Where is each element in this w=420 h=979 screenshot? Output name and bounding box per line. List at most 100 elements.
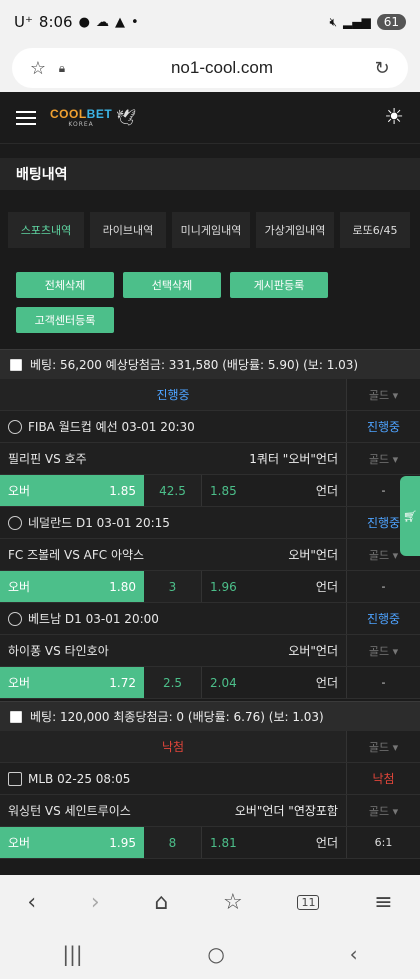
under-label: 언더 <box>315 580 338 594</box>
menu-lines-icon[interactable]: ≡ <box>374 890 392 915</box>
theme-toggle-icon[interactable]: ☀ <box>384 105 404 130</box>
bet-summary: 베팅: 120,000 최종당첨금: 0 (배당률: 6.76) (보: 1.0… <box>0 701 420 731</box>
bird-logo-icon: 🕊︎ <box>116 108 137 127</box>
under-odds: 1.81 <box>210 835 237 850</box>
over-odds: 1.85 <box>109 483 136 498</box>
baseball-bat-icon <box>8 771 22 786</box>
bet-summary-text: 베팅: 120,000 최종당첨금: 0 (배당률: 6.76) (보: 1.0… <box>30 710 324 724</box>
under-odds-cell: 1.81 언더 <box>202 827 346 858</box>
system-back-icon[interactable]: ‹ <box>350 942 358 966</box>
bet-status: 진행중 <box>0 379 346 410</box>
line-value: 3 <box>144 571 202 602</box>
grade-select[interactable]: 골드 ▾ <box>346 795 420 826</box>
signal-icon: ▂▄▆ <box>343 15 371 29</box>
league-label: 네덜란드 D1 03-01 20:15 <box>28 516 170 530</box>
delete-selected-button[interactable]: 선택삭제 <box>123 272 221 298</box>
browser-nav: ‹ › ⌂ ☆ 11 ≡ <box>0 875 420 929</box>
game-header-row: 베트남 D1 03-01 20:00 진행중 <box>0 603 420 635</box>
soccer-icon <box>8 515 22 530</box>
score-value: - <box>346 571 420 602</box>
home-circle-icon[interactable]: ○ <box>207 942 224 966</box>
bookmark-star-icon[interactable]: ☆ <box>26 58 50 79</box>
lock-icon: 🔒︎ <box>58 60 66 75</box>
game-header-row: FIBA 월드컵 예선 03-01 20:30 진행중 <box>0 411 420 443</box>
tab-sports[interactable]: 스포츠내역 <box>8 212 84 248</box>
bookmarks-icon[interactable]: ☆ <box>223 890 243 915</box>
bet-status-row: 진행중 골드 ▾ <box>0 379 420 411</box>
site-header: COOLBET KOREA 🕊︎ ☀ <box>0 92 420 144</box>
menu-icon[interactable] <box>16 110 36 125</box>
url-text[interactable]: no1-cool.com <box>74 58 370 78</box>
game-header-row: MLB 02-25 08:05 낙첨 <box>0 763 420 795</box>
status-bar: U⁺ 8:06 ● ☁ ▲ • 🔇︎ ▂▄▆ 61 <box>0 0 420 44</box>
over-label: 오버 <box>8 676 31 690</box>
history-tabs: 스포츠내역 라이브내역 미니게임내역 가상게임내역 로또6/45 <box>0 190 420 248</box>
site-logo[interactable]: COOLBET KOREA 🕊︎ <box>50 107 136 128</box>
grade-select[interactable]: 골드 ▾ <box>346 379 420 410</box>
market-label: 오버"언더 "연장포함 <box>234 804 338 818</box>
bet-summary-text: 베팅: 56,200 예상당첨금: 331,580 (배당률: 5.90) (보… <box>30 358 359 372</box>
system-nav: ||| ○ ‹ <box>0 929 420 979</box>
support-register-button[interactable]: 고객센터등록 <box>16 307 114 333</box>
grade-select[interactable]: 골드 ▾ <box>346 635 420 666</box>
odds-row: 오버 1.80 3 1.96 언더 - <box>0 571 420 603</box>
teams-label: 하이퐁 VS 타인호아 <box>8 644 109 658</box>
game-header-row: 네덜란드 D1 03-01 20:15 진행중 <box>0 507 420 539</box>
score-value: 6:1 <box>346 827 420 858</box>
cart-icon[interactable]: 🛒︎ <box>400 476 420 556</box>
cloud-icon: ☁ <box>95 14 109 30</box>
bet-checkbox[interactable] <box>10 710 22 723</box>
brand-sub: KOREA <box>68 121 94 128</box>
score-value: - <box>346 667 420 698</box>
address-bar[interactable]: ☆ 🔒︎ no1-cool.com ↻ <box>12 48 408 88</box>
tab-lotto[interactable]: 로또6/45 <box>340 212 410 248</box>
teams-row: FC 즈볼레 VS AFC 아약스 오버"언더 골드 ▾ <box>0 539 420 571</box>
mute-icon: 🔇︎ <box>329 14 338 29</box>
under-label: 언더 <box>315 676 338 690</box>
home-icon[interactable]: ⌂ <box>154 890 168 915</box>
over-odds-cell: 오버 1.85 <box>0 475 144 506</box>
bet-status: 낙첨 <box>0 731 346 762</box>
recent-apps-icon[interactable]: ||| <box>62 942 82 966</box>
reload-icon[interactable]: ↻ <box>370 58 394 79</box>
tab-live[interactable]: 라이브내역 <box>90 212 166 248</box>
under-odds-cell: 1.96 언더 <box>202 571 346 602</box>
under-label: 언더 <box>315 836 338 850</box>
market-label: 오버"언더 <box>288 644 338 658</box>
back-icon[interactable]: ‹ <box>27 890 36 915</box>
tab-virtual[interactable]: 가상게임내역 <box>256 212 334 248</box>
league-label: FIBA 월드컵 예선 03-01 20:30 <box>28 420 195 434</box>
tab-minigame[interactable]: 미니게임내역 <box>172 212 250 248</box>
over-odds-cell: 오버 1.72 <box>0 667 144 698</box>
grade-select[interactable]: 골드 ▾ <box>346 443 420 474</box>
over-odds: 1.80 <box>109 579 136 594</box>
odds-row: 오버 1.85 42.5 1.85 언더 - <box>0 475 420 507</box>
bet-checkbox[interactable] <box>10 358 22 371</box>
under-odds: 1.96 <box>210 579 237 594</box>
tabs-count-icon[interactable]: 11 <box>297 894 320 910</box>
odds-row: 오버 1.72 2.5 2.04 언더 - <box>0 667 420 699</box>
odds-row: 오버 1.95 8 1.81 언더 6:1 <box>0 827 420 859</box>
line-value: 42.5 <box>144 475 202 506</box>
delete-all-button[interactable]: 전체삭제 <box>16 272 114 298</box>
game-result: 진행중 <box>346 411 420 442</box>
message-icon: ● <box>78 14 90 30</box>
league-label: 베트남 D1 03-01 20:00 <box>28 612 159 626</box>
grade-select[interactable]: 골드 ▾ <box>346 731 420 762</box>
post-board-button[interactable]: 게시판등록 <box>230 272 328 298</box>
over-label: 오버 <box>8 836 31 850</box>
teams-row: 워싱턴 VS 세인트루이스 오버"언더 "연장포함 골드 ▾ <box>0 795 420 827</box>
teams-row: 하이퐁 VS 타인호아 오버"언더 골드 ▾ <box>0 635 420 667</box>
forward-icon[interactable]: › <box>91 890 100 915</box>
page-title: 배팅내역 <box>0 158 420 190</box>
carrier-label: U⁺ <box>14 13 33 31</box>
under-label: 언더 <box>315 484 338 498</box>
under-odds: 1.85 <box>210 483 237 498</box>
under-odds-cell: 1.85 언더 <box>202 475 346 506</box>
over-odds: 1.72 <box>109 675 136 690</box>
brand-part-2: BET <box>86 107 113 121</box>
battery-indicator: 61 <box>376 14 406 30</box>
over-odds-cell: 오버 1.95 <box>0 827 144 858</box>
action-buttons: 전체삭제 선택삭제 게시판등록 고객센터등록 <box>0 272 420 333</box>
browser-toolbar: ☆ 🔒︎ no1-cool.com ↻ <box>0 44 420 92</box>
